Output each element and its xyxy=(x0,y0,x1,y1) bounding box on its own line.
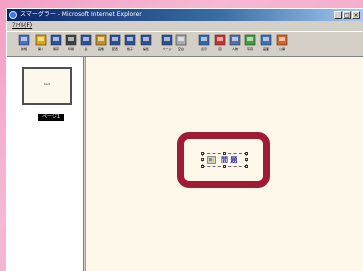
resize-handle[interactable] xyxy=(245,158,248,161)
blank-icon xyxy=(175,34,187,46)
page-list-pane: text ページ1 xyxy=(6,57,84,271)
page-icon xyxy=(161,34,173,46)
resize-handle[interactable] xyxy=(201,158,204,161)
resize-handle[interactable] xyxy=(245,165,248,168)
title-bar: スマーグラー - Microsoft Internet Explorer _ □… xyxy=(7,9,363,21)
toolbar-button-layout[interactable]: 配置 xyxy=(108,34,122,54)
toolbar-button-table[interactable]: 表 xyxy=(79,34,93,54)
toolbar-button-new-document[interactable]: 新規 xyxy=(17,34,31,54)
toolbar-button-people[interactable]: 人物 xyxy=(228,34,242,54)
menu-bar: ﾌｧｲﾙ(F) xyxy=(7,21,363,31)
minimize-button[interactable]: _ xyxy=(334,11,342,19)
window-controls: _ □ × xyxy=(334,11,360,19)
selected-text-object[interactable]: 間 題 xyxy=(201,152,248,168)
save-icon xyxy=(50,34,62,46)
toolbar-button-screen[interactable]: 画面 xyxy=(259,34,273,54)
view-icon xyxy=(198,34,210,46)
open-folder-icon xyxy=(35,34,47,46)
toolbar-button-globe[interactable]: 公開 xyxy=(275,34,289,54)
table-icon xyxy=(80,34,92,46)
globe-icon xyxy=(276,34,288,46)
resize-handle[interactable] xyxy=(201,152,204,155)
print-icon xyxy=(65,34,77,46)
chart-icon xyxy=(214,34,226,46)
grid-icon xyxy=(124,34,136,46)
resize-handle[interactable] xyxy=(245,152,248,155)
object-text: 間 題 xyxy=(221,156,238,164)
toolbar-button-save[interactable]: 保存 xyxy=(49,34,63,54)
menu-file[interactable]: ﾌｧｲﾙ(F) xyxy=(12,21,32,31)
toolbar-button-label: 空白 xyxy=(177,47,184,51)
toolbar-button-grid[interactable]: 格子 xyxy=(123,34,137,54)
toolbar-button-open-folder[interactable]: 開く xyxy=(34,34,48,54)
close-button[interactable]: × xyxy=(352,11,360,19)
new-document-icon xyxy=(18,34,30,46)
toolbar-button-chart[interactable]: 図 xyxy=(213,34,227,54)
image-icon xyxy=(95,34,107,46)
toolbar-button-blank[interactable]: 空白 xyxy=(174,34,188,54)
people-icon xyxy=(229,34,241,46)
maximize-button[interactable]: □ xyxy=(343,11,351,19)
page-label[interactable]: ページ1 xyxy=(38,114,64,121)
photo-icon xyxy=(244,34,256,46)
window-title: スマーグラー - Microsoft Internet Explorer xyxy=(20,11,142,18)
layout-icon xyxy=(109,34,121,46)
ie-icon xyxy=(9,11,17,19)
toolbar-button-label: 公開 xyxy=(278,47,285,51)
toolbar: 新規 開く 保存 印刷表画像 配置 格子 編集 ページ 空白 表示図人物 写真 画面 公開 xyxy=(7,31,363,57)
page-thumbnail[interactable]: text xyxy=(22,67,72,105)
toolbar-button-view[interactable]: 表示 xyxy=(197,34,211,54)
toolbar-button-label: 編集 xyxy=(142,47,149,51)
toolbar-button-photo[interactable]: 写真 xyxy=(243,34,257,54)
toolbar-button-print[interactable]: 印刷 xyxy=(64,34,78,54)
edit-icon xyxy=(140,34,152,46)
object-image-icon xyxy=(207,156,216,164)
thumbnail-text: text xyxy=(44,82,50,86)
resize-handle[interactable] xyxy=(201,165,204,168)
resize-handle[interactable] xyxy=(223,165,226,168)
toolbar-button-label: 新規 xyxy=(20,47,27,51)
toolbar-button-edit[interactable]: 編集 xyxy=(139,34,153,54)
screen-icon xyxy=(260,34,272,46)
